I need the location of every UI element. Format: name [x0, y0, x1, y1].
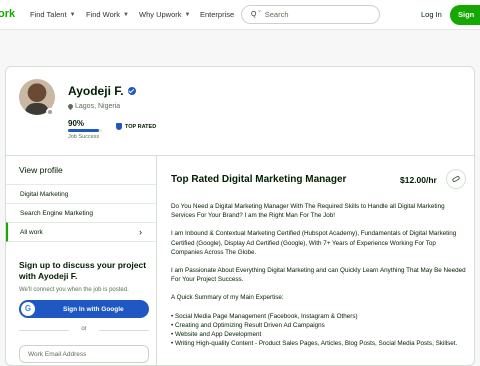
nav-label: Why Upwork [139, 10, 182, 19]
link-icon [451, 175, 461, 183]
freelancer-profile-card: Ayodeji F. Lagos, Nigeria 90% Job Succes… [5, 66, 475, 366]
nav-why-upwork[interactable]: Why Upwork ▼ [139, 10, 190, 19]
search-scope-dropdown[interactable]: Q ˇ [251, 11, 261, 18]
expertise-bullet: • Social Media Page Management (Facebook… [171, 312, 358, 320]
online-status-dot [46, 108, 54, 116]
view-profile-heading: View profile [19, 165, 63, 175]
description-paragraph: A Quick Summary of my Main Expertise: [171, 294, 284, 302]
location: Lagos, Nigeria [66, 102, 121, 111]
badge-text: TOP RATED [125, 123, 157, 130]
divider [156, 155, 157, 365]
signup-cta-subtitle: We'll connect you when the job is posted… [19, 287, 129, 293]
location-text: Lagos, Nigeria [75, 103, 121, 110]
job-success-percent: 90% [68, 119, 85, 128]
shield-icon [116, 123, 122, 130]
upwork-logo[interactable]: ork [0, 8, 15, 20]
chevron-down-icon: ▼ [184, 11, 191, 18]
nav-find-work[interactable]: Find Work ▼ [86, 10, 129, 19]
top-navigation-bar: ork Find Talent ▼ Find Work ▼ Why Upwork ▼ … [0, 0, 480, 30]
nav-label: Enterprise [200, 10, 235, 19]
sidebar-item-label: All work [20, 228, 43, 236]
or-separator: or [19, 326, 149, 332]
chevron-down-icon: ▼ [123, 11, 129, 18]
profile-headline: Top Rated Digital Marketing Manager [171, 174, 347, 185]
sidebar-item-digital-marketing[interactable]: Digital Marketing [6, 184, 156, 204]
nav-label: Find Talent [30, 10, 67, 19]
freelancer-name: Ayodeji F. [68, 84, 136, 98]
name-text: Ayodeji F. [68, 84, 124, 98]
description-paragraph: I am Passionate About Everything Digital… [171, 267, 466, 284]
search-bar[interactable]: Q ˇ [241, 5, 380, 24]
sidebar-item-all-work[interactable]: All work › [6, 222, 156, 242]
sidebar-item-search-engine-marketing[interactable]: Search Engine Marketing [6, 203, 156, 223]
chevron-down-icon: ▼ [69, 11, 76, 18]
location-pin-icon [66, 102, 75, 111]
verified-check-icon [127, 87, 136, 95]
sidebar-item-label: Search Engine Marketing [20, 210, 93, 217]
description-paragraph: Do You Need a Digital Marketing Manager … [171, 203, 445, 220]
google-signin-label: Sign In with Google [63, 305, 124, 313]
signup-cta-title: Sign up to discuss your project with Ayo… [19, 260, 147, 281]
login-link[interactable]: Log In [421, 10, 442, 19]
copy-link-button[interactable] [446, 169, 466, 189]
email-field[interactable] [19, 345, 149, 363]
hourly-rate: $12.00/hr [400, 175, 437, 185]
job-success-bar [68, 129, 102, 132]
expertise-bullet: • Writing High-quality Content - Product… [171, 340, 458, 348]
nav-enterprise[interactable]: Enterprise [200, 10, 234, 19]
description-paragraph: I am Inbound & Contextual Marketing Cert… [171, 230, 457, 256]
nav-label: Find Work [86, 10, 121, 19]
nav-find-talent[interactable]: Find Talent ▼ [30, 10, 76, 19]
sidebar-item-label: Digital Marketing [20, 191, 69, 198]
top-rated-badge: TOP RATED [116, 123, 156, 130]
google-icon: G [21, 302, 35, 316]
profile-description: Do You Need a Digital Marketing Manager … [171, 202, 469, 348]
expertise-bullet: • Website and App Development [171, 331, 262, 339]
signup-button[interactable]: Sign [450, 5, 480, 25]
job-success-label: Job Success [68, 134, 100, 140]
search-input[interactable] [264, 10, 365, 19]
divider [6, 155, 474, 156]
expertise-bullet: • Creating and Optimizing Result Driven … [171, 321, 325, 329]
job-success-bar-fill [68, 129, 99, 132]
google-signin-button[interactable]: G Sign In with Google [19, 300, 149, 318]
chevron-right-icon: › [139, 227, 142, 237]
